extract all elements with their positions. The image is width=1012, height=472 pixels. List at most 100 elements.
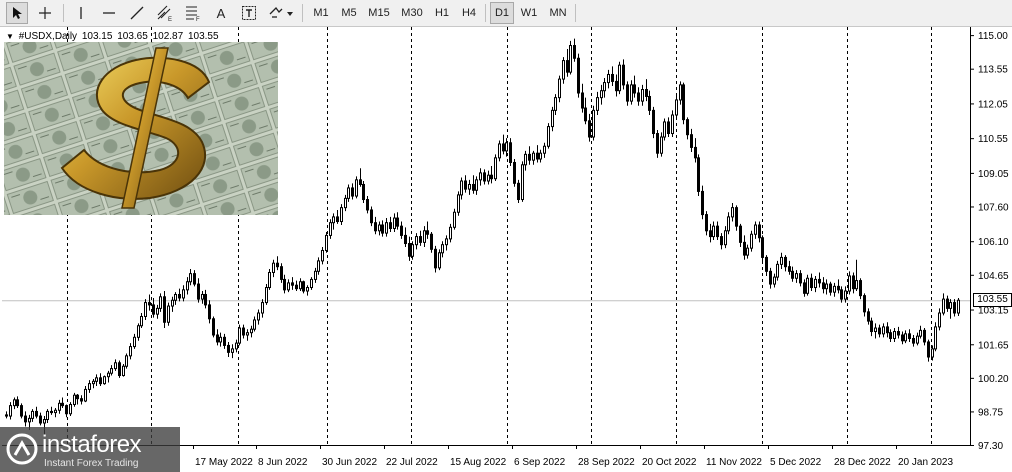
candle-body (197, 283, 200, 300)
price-axis-label: 110.55 (978, 134, 1008, 145)
fibonacci-tool-button[interactable]: F (182, 2, 204, 24)
candle-body (404, 234, 407, 245)
fibonacci-icon: F (186, 6, 200, 21)
timeframe-w1-button[interactable]: W1 (516, 2, 542, 24)
text-icon: A (216, 5, 226, 21)
candle-body (584, 107, 587, 122)
candle-body (9, 405, 12, 417)
candle-body (306, 287, 309, 292)
candle-body (539, 152, 542, 160)
candle-body (362, 183, 365, 201)
timeframe-m15-button[interactable]: M15 (364, 2, 394, 24)
candle-body (242, 327, 245, 336)
candle-body (521, 164, 524, 201)
candle-body (408, 243, 411, 257)
candle-body (524, 153, 527, 166)
text-tool-button[interactable]: A (210, 2, 232, 24)
timeframe-m30-button[interactable]: M30 (396, 2, 428, 24)
logo-name: instaforex (42, 431, 142, 458)
candle-body (694, 146, 697, 159)
timeframe-mn-button[interactable]: MN (544, 2, 572, 24)
candle-body (720, 236, 723, 246)
candle-body (122, 365, 125, 377)
symbol-marker-icon: ▼ (6, 32, 14, 41)
candle-body (381, 224, 384, 234)
candle-body (502, 143, 505, 152)
chart-window[interactable]: 115.00 113.55 112.05 110.55 109.05 107.60 106.… (0, 27, 1012, 472)
current-price-tag: 103.55 (973, 293, 1012, 308)
candle-body (148, 302, 151, 306)
candle-body (411, 244, 414, 257)
candle-body (558, 78, 561, 99)
candle-body (581, 92, 584, 109)
candle-body (806, 277, 809, 294)
timeframe-m1-button[interactable]: M1 (308, 2, 334, 24)
candle-body (938, 312, 941, 328)
candle-body (28, 417, 31, 423)
candle-body (426, 230, 429, 235)
candle-body (344, 197, 347, 209)
timeframe-h1-button[interactable]: H1 (430, 2, 454, 24)
candle-body (878, 327, 881, 335)
candle-body (788, 266, 791, 272)
candle-body (600, 90, 603, 99)
candle-body (799, 273, 802, 284)
symbol-open: 103.15 (81, 31, 113, 42)
symbol-name: #USDX,Daily (18, 31, 78, 42)
candle-body (340, 207, 343, 223)
candle-body (351, 187, 354, 197)
time-axis-label: 28 Dec 2022 (834, 457, 891, 468)
text-label-icon (242, 6, 256, 20)
arrows-tool-button[interactable] (266, 2, 296, 24)
candle-body (253, 319, 256, 330)
candle-body (193, 273, 196, 285)
horizontal-line-tool-button[interactable] (98, 2, 120, 24)
candle-body (536, 152, 539, 160)
candle-body (430, 233, 433, 250)
candle-body (475, 179, 478, 191)
trendline-tool-button[interactable] (126, 2, 148, 24)
price-axis-label: 112.05 (978, 99, 1008, 110)
candle-body (957, 299, 960, 314)
candle-body (667, 121, 670, 135)
candle-body (566, 60, 569, 73)
candle-body (596, 97, 599, 111)
candle-body (904, 333, 907, 342)
candle-body (675, 99, 678, 116)
candle-body (329, 222, 332, 236)
candle-body (490, 174, 493, 180)
timeframe-d1-button[interactable]: D1 (490, 2, 514, 24)
horizontal-line-icon (103, 12, 115, 14)
candle-body (829, 283, 832, 293)
candle-body (517, 182, 520, 201)
candle-body (276, 262, 279, 268)
candle-body (182, 289, 185, 299)
candle-body (791, 270, 794, 279)
candle-body (268, 271, 271, 289)
svg-text:E: E (168, 17, 172, 21)
text-label-tool-button[interactable] (238, 2, 260, 24)
candle-body (65, 405, 68, 415)
candle-body (186, 281, 189, 291)
timeframe-h4-button[interactable]: H4 (456, 2, 482, 24)
cursor-tool-button[interactable] (6, 2, 28, 24)
candle-body (156, 307, 159, 315)
candle-body (272, 262, 275, 273)
candle-body (355, 179, 358, 197)
timeframe-m5-button[interactable]: M5 (336, 2, 362, 24)
candle-body (110, 368, 113, 374)
crosshair-tool-button[interactable] (34, 2, 56, 24)
trendline-icon (130, 6, 144, 20)
candle-body (246, 332, 249, 336)
candle-body (671, 114, 674, 135)
time-axis-label: 22 Jul 2022 (386, 457, 438, 468)
candle-body (385, 222, 388, 234)
candle-body (299, 281, 302, 290)
candle-body (61, 402, 64, 407)
equidistant-channel-tool-button[interactable]: E (154, 2, 176, 24)
symbol-close: 103.55 (187, 31, 219, 42)
time-axis-label: 20 Jan 2023 (898, 457, 953, 468)
vertical-line-tool-button[interactable] (70, 2, 92, 24)
candle-body (844, 290, 847, 300)
candle-body (908, 333, 911, 339)
